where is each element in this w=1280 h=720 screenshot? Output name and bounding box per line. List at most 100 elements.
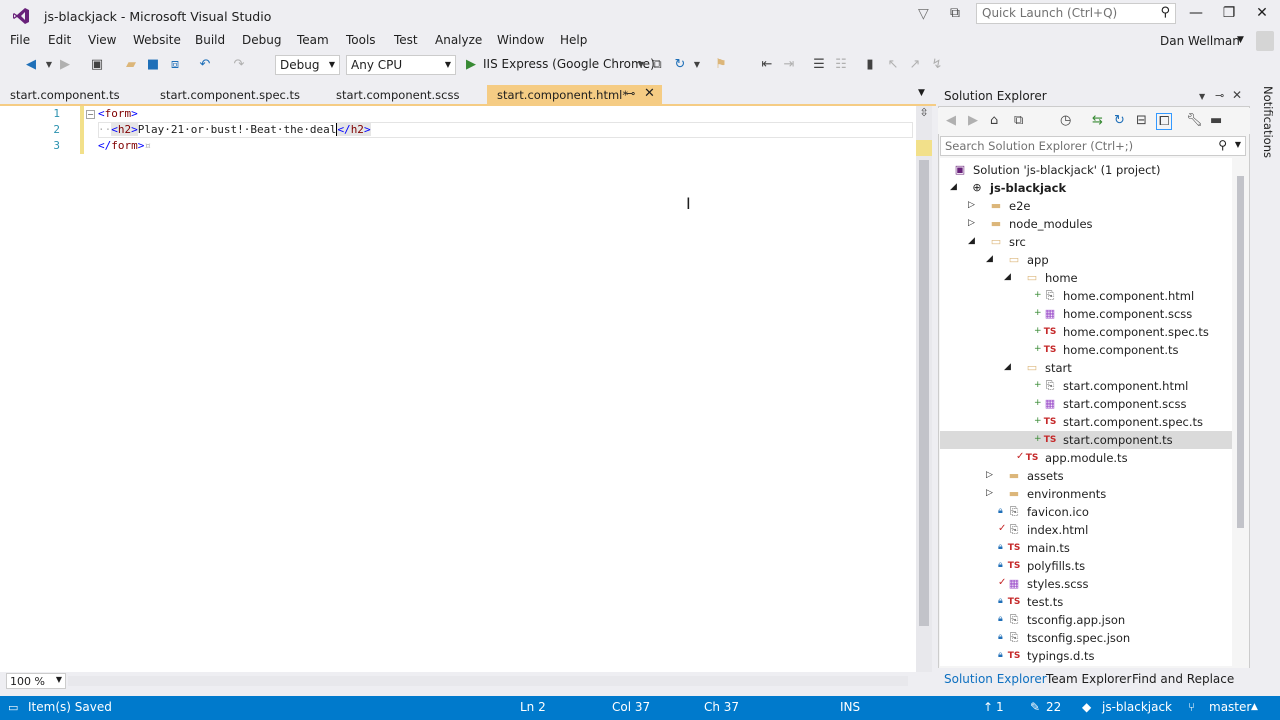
show-all-files-icon[interactable]: ⧠	[1156, 113, 1173, 130]
prev-bookmark-icon[interactable]: ↖	[884, 57, 902, 72]
tree-node-file[interactable]: 🔒︎ ⎘ favicon.ico	[940, 503, 1232, 521]
code-line-3[interactable]: </form>¤	[98, 139, 151, 152]
chevron-up-icon[interactable]: ▲	[1251, 702, 1258, 712]
repository-name[interactable]: js-blackjack	[1102, 700, 1172, 714]
properties-icon[interactable]: 🔧︎	[1186, 113, 1203, 128]
tree-node-file[interactable]: + ⎘ home.component.html	[940, 287, 1232, 305]
solution-explorer-search-input[interactable]: Search Solution Explorer (Ctrl+;) ⚲ ▼	[940, 136, 1246, 156]
tree-node-file[interactable]: ✓ ▦ styles.scss	[940, 575, 1232, 593]
save-icon[interactable]: ■	[144, 57, 162, 72]
tree-node-file[interactable]: 🔒︎ TS main.ts	[940, 539, 1232, 557]
collapse-all-icon[interactable]: ⊟	[1136, 113, 1147, 128]
indent-icon[interactable]: ⇥	[780, 57, 798, 72]
tree-node-file[interactable]: 🔒︎ TS test.ts	[940, 593, 1232, 611]
tree-node-file[interactable]: + TS home.component.spec.ts	[940, 323, 1232, 341]
feedback-icon[interactable]: ⧉	[950, 5, 960, 21]
close-window-button[interactable]: ✕	[1250, 5, 1274, 25]
switch-views-icon[interactable]: ⧉	[1014, 113, 1023, 128]
tree-node-file[interactable]: + ▦ start.component.scss	[940, 395, 1232, 413]
expanded-icon[interactable]: ◢	[1004, 272, 1011, 282]
collapse-icon[interactable]: −	[86, 110, 95, 119]
pencil-icon[interactable]: ✎	[1030, 700, 1040, 714]
tree-node-project[interactable]: ◢ ⊕ js-blackjack	[940, 179, 1232, 197]
expanded-icon[interactable]: ◢	[986, 254, 993, 264]
tree-node-solution[interactable]: ▣ Solution 'js-blackjack' (1 project)	[940, 161, 1232, 179]
refresh-icon[interactable]: ↻	[1114, 113, 1125, 128]
find-icon[interactable]: ⚑	[712, 57, 730, 72]
tree-node-file[interactable]: 🔒︎ ⎘ tsconfig.app.json	[940, 611, 1232, 629]
zoom-select[interactable]: 100 % ▼	[6, 673, 66, 689]
menu-help[interactable]: Help	[560, 33, 587, 47]
platform-select[interactable]: Any CPU ▼	[346, 55, 456, 75]
tree-node-folder[interactable]: ▷ ▬ environments	[940, 485, 1232, 503]
uncomment-icon[interactable]: ☷	[832, 57, 850, 72]
new-project-icon[interactable]: ▣	[88, 57, 106, 72]
tab-start-component-spec-ts[interactable]: start.component.spec.ts	[150, 85, 310, 105]
maximize-button[interactable]: ❐	[1217, 5, 1241, 25]
collapsed-icon[interactable]: ▷	[968, 200, 975, 210]
notifications-tab[interactable]: Notifications	[1255, 86, 1275, 158]
code-line-2[interactable]: ··<h2>Play·21·or·bust!·Beat·the·deal</h2…	[98, 123, 371, 136]
code-editor[interactable]	[0, 106, 918, 672]
close-icon[interactable]: ✕	[1232, 88, 1242, 102]
menu-team[interactable]: Team	[297, 33, 329, 47]
refresh-icon[interactable]: ↻	[671, 57, 689, 72]
tree-node-folder[interactable]: ▷ ▬ e2e	[940, 197, 1232, 215]
redo-icon[interactable]: ↷	[230, 57, 248, 72]
configuration-select[interactable]: Debug ▼	[275, 55, 340, 75]
user-name[interactable]: Dan Wellman	[1160, 34, 1240, 48]
tree-node-file[interactable]: ✓ ⎘ index.html	[940, 521, 1232, 539]
branch-name[interactable]: master	[1209, 700, 1251, 714]
tree-node-folder[interactable]: ◢ ▭ app	[940, 251, 1232, 269]
expanded-icon[interactable]: ◢	[968, 236, 975, 246]
chevron-down-icon[interactable]: ▼	[688, 60, 706, 69]
collapsed-icon[interactable]: ▷	[986, 470, 993, 480]
tree-node-file-selected[interactable]: + TS start.component.ts	[940, 431, 1232, 449]
solution-tree[interactable]: ▣ Solution 'js-blackjack' (1 project) ◢ ⊕ j…	[940, 158, 1232, 666]
tree-node-folder[interactable]: ◢ ▭ start	[940, 359, 1232, 377]
tree-node-file[interactable]: 🔒︎ TS typings.d.ts	[940, 647, 1232, 665]
next-bookmark-icon[interactable]: ↗	[906, 57, 924, 72]
browser-link-icon[interactable]: ⧉	[648, 57, 666, 72]
menu-website[interactable]: Website	[133, 33, 181, 47]
tab-start-component-scss[interactable]: start.component.scss	[326, 85, 469, 105]
collapsed-icon[interactable]: ▷	[986, 488, 993, 498]
tree-node-file[interactable]: 🔒︎ ⎘ tsconfig.spec.json	[940, 629, 1232, 647]
tree-node-file[interactable]: + ▦ home.component.scss	[940, 305, 1232, 323]
sync-icon[interactable]: ⇆	[1092, 113, 1103, 128]
undo-icon[interactable]: ↶	[196, 57, 214, 72]
tree-node-file[interactable]: + TS start.component.spec.ts	[940, 413, 1232, 431]
tree-node-folder[interactable]: ▷ ▬ assets	[940, 467, 1232, 485]
comment-icon[interactable]: ☰	[810, 57, 828, 72]
tab-find-and-replace[interactable]: Find and Replace	[1132, 672, 1234, 686]
tree-node-file[interactable]: ✓ TS app.module.ts	[940, 449, 1232, 467]
pin-icon[interactable]: ⊸	[1215, 89, 1224, 102]
bookmark-icon[interactable]: ▮	[861, 57, 879, 72]
tree-node-file[interactable]: + TS home.component.ts	[940, 341, 1232, 359]
menu-edit[interactable]: Edit	[48, 33, 71, 47]
tab-team-explorer[interactable]: Team Explorer	[1046, 672, 1132, 686]
menu-analyze[interactable]: Analyze	[435, 33, 482, 47]
tree-node-folder[interactable]: ◢ ▭ home	[940, 269, 1232, 287]
tree-node-folder[interactable]: ▷ ▬ node_modules	[940, 215, 1232, 233]
scrollbar-thumb[interactable]	[1237, 176, 1244, 528]
forward-icon[interactable]: ▶	[968, 113, 978, 128]
scrollbar-thumb[interactable]	[919, 160, 929, 626]
tree-node-file[interactable]: 🔒︎ TS polyfills.ts	[940, 557, 1232, 575]
pending-changes-count[interactable]: 22	[1046, 700, 1061, 714]
repo-icon[interactable]: ◆	[1082, 700, 1091, 714]
filter-icon[interactable]: ▽	[918, 6, 929, 22]
expanded-icon[interactable]: ◢	[1004, 362, 1011, 372]
tree-node-file[interactable]: + ⎘ start.component.html	[940, 377, 1232, 395]
arrow-up-icon[interactable]: ↑	[983, 700, 993, 714]
pending-changes-icon[interactable]: ◷	[1060, 113, 1071, 128]
pin-icon[interactable]: ⊸	[626, 87, 635, 100]
save-all-icon[interactable]: ⧈	[166, 57, 184, 72]
menu-window[interactable]: Window	[497, 33, 544, 47]
code-line-1[interactable]: <form>	[98, 107, 138, 120]
menu-file[interactable]: File	[10, 33, 30, 47]
split-editor-icon[interactable]: ⇳	[916, 106, 932, 124]
tab-start-component-ts[interactable]: start.component.ts	[0, 85, 130, 105]
home-icon[interactable]: ⌂	[990, 113, 998, 128]
quick-launch-input[interactable]: Quick Launch (Ctrl+Q) ⚲	[976, 3, 1176, 24]
